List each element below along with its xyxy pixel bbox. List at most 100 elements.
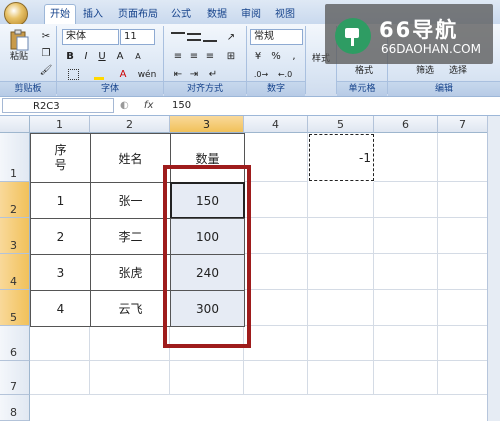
shrink-font-button[interactable]: A xyxy=(130,48,146,66)
font-name-select[interactable]: 宋体 xyxy=(62,29,119,45)
cell[interactable] xyxy=(438,133,488,182)
select-all-corner[interactable] xyxy=(0,116,30,133)
cell[interactable] xyxy=(308,290,374,326)
cell[interactable] xyxy=(438,254,488,290)
office-button[interactable] xyxy=(4,2,28,26)
tab-insert[interactable]: 插入 xyxy=(80,5,106,24)
cell[interactable] xyxy=(244,254,308,290)
cell[interactable] xyxy=(244,326,308,361)
data-cell-name[interactable]: 李二 xyxy=(90,218,171,255)
percent-format-button[interactable]: % xyxy=(268,48,284,66)
find-select-button[interactable]: 选择 xyxy=(442,62,474,80)
data-cell-seq[interactable]: 3 xyxy=(30,254,91,291)
cell[interactable] xyxy=(90,326,170,361)
underline-button[interactable]: U xyxy=(94,48,110,66)
cell[interactable] xyxy=(438,290,488,326)
cut-button[interactable]: ✂ xyxy=(38,27,54,45)
row-header-2[interactable]: 2 xyxy=(0,182,30,218)
cell[interactable] xyxy=(374,133,438,182)
accounting-format-button[interactable]: ¥ xyxy=(250,48,266,66)
cell[interactable] xyxy=(438,326,488,361)
cell[interactable] xyxy=(30,361,90,395)
cell[interactable] xyxy=(308,218,374,254)
italic-button[interactable]: I xyxy=(78,48,94,66)
formula-input[interactable]: 150 xyxy=(172,98,191,113)
header-cell-seq[interactable]: 序 号 xyxy=(30,133,91,183)
cell[interactable] xyxy=(170,361,244,395)
merge-center-button[interactable]: ⊞ xyxy=(220,48,242,66)
outdent-icon: ⇤ xyxy=(173,69,183,80)
cell[interactable] xyxy=(308,326,374,361)
paste-button[interactable]: 粘贴 xyxy=(2,28,36,70)
tab-formulas[interactable]: 公式 xyxy=(168,5,194,24)
data-cell-seq[interactable]: 1 xyxy=(30,182,91,219)
number-format-select[interactable]: 常规 xyxy=(250,29,303,45)
row-header-1[interactable]: 1 xyxy=(0,133,30,182)
cell[interactable] xyxy=(438,218,488,254)
cell[interactable] xyxy=(244,133,308,182)
column-header-2[interactable]: 2 xyxy=(90,116,170,133)
cell[interactable] xyxy=(30,326,90,361)
cell[interactable] xyxy=(374,254,438,290)
row-header-5[interactable]: 5 xyxy=(0,290,30,326)
scissors-icon: ✂ xyxy=(41,31,51,42)
header-cell-name[interactable]: 姓名 xyxy=(90,133,171,183)
vertical-scrollbar[interactable] xyxy=(487,116,500,421)
data-cell-seq[interactable]: 4 xyxy=(30,290,91,327)
bold-button[interactable]: B xyxy=(62,48,78,66)
cell[interactable] xyxy=(374,218,438,254)
column-header-1[interactable]: 1 xyxy=(30,116,90,133)
font-size-select[interactable]: 11 xyxy=(120,29,155,45)
column-header-6[interactable]: 6 xyxy=(374,116,438,133)
name-box[interactable]: R2C3 xyxy=(2,98,114,113)
format-painter-button[interactable]: 🖌 xyxy=(38,61,54,79)
orientation-button[interactable]: ↗ xyxy=(220,29,242,47)
cell[interactable] xyxy=(308,361,374,395)
tab-data[interactable]: 数据 xyxy=(204,5,230,24)
sort-filter-button[interactable]: 筛选 xyxy=(410,62,440,80)
cell[interactable] xyxy=(438,361,488,395)
align-middle-button[interactable] xyxy=(186,29,202,47)
format-cells-button[interactable]: 格式 xyxy=(346,62,382,80)
cell[interactable] xyxy=(244,290,308,326)
row-header-3[interactable]: 3 xyxy=(0,218,30,254)
row-header-6[interactable]: 6 xyxy=(0,326,30,361)
column-header-5[interactable]: 5 xyxy=(308,116,374,133)
cell[interactable] xyxy=(90,361,170,395)
column-header-3[interactable]: 3 xyxy=(170,116,244,133)
data-cell-name[interactable]: 云飞 xyxy=(90,290,171,327)
data-cell-name[interactable]: 张一 xyxy=(90,182,171,219)
cell[interactable] xyxy=(374,182,438,218)
cell[interactable] xyxy=(374,290,438,326)
align-right-button[interactable]: ≡ xyxy=(202,48,218,66)
fx-button[interactable]: ◐ fx xyxy=(120,98,166,113)
comma-format-button[interactable]: , xyxy=(286,48,302,66)
copied-cell[interactable]: -1 xyxy=(309,134,374,181)
tab-page-layout[interactable]: 页面布局 xyxy=(116,5,160,24)
cell[interactable] xyxy=(244,182,308,218)
column-header-4[interactable]: 4 xyxy=(244,116,308,133)
copy-button[interactable]: ❐ xyxy=(38,44,54,62)
paintbrush-icon: 🖌 xyxy=(39,65,53,76)
column-header-7[interactable]: 7 xyxy=(438,116,488,133)
align-bottom-button[interactable] xyxy=(202,29,218,47)
cell[interactable] xyxy=(438,182,488,218)
row-header-4[interactable]: 4 xyxy=(0,254,30,290)
tab-view[interactable]: 视图 xyxy=(272,5,298,24)
align-top-button[interactable] xyxy=(170,29,186,47)
data-cell-name[interactable]: 张虎 xyxy=(90,254,171,291)
cell[interactable] xyxy=(308,182,374,218)
row-header-7[interactable]: 7 xyxy=(0,361,30,395)
cell[interactable] xyxy=(244,218,308,254)
cell[interactable] xyxy=(374,326,438,361)
row-header-8[interactable]: 8 xyxy=(0,395,30,421)
tab-review[interactable]: 审阅 xyxy=(238,5,264,24)
tab-home[interactable]: 开始 xyxy=(44,4,76,24)
align-left-button[interactable]: ≡ xyxy=(170,48,186,66)
grow-font-button[interactable]: A xyxy=(112,48,128,66)
cell[interactable] xyxy=(244,361,308,395)
cell[interactable] xyxy=(374,361,438,395)
align-center-button[interactable]: ≡ xyxy=(186,48,202,66)
cell[interactable] xyxy=(308,254,374,290)
data-cell-seq[interactable]: 2 xyxy=(30,218,91,255)
